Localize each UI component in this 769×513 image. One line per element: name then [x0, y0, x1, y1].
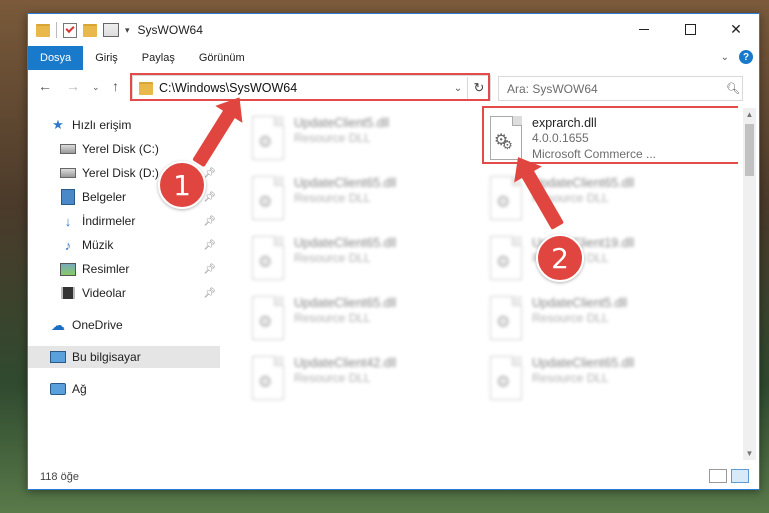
- file-item[interactable]: ⚙ UpdateClient65.dll Resource DLL: [248, 292, 478, 348]
- annotation-badge-2: 2: [536, 234, 584, 282]
- forward-arrow-icon[interactable]: →: [66, 78, 80, 94]
- drive-icon: [60, 142, 76, 156]
- window-title: SysWOW64: [137, 23, 203, 37]
- download-icon: ↓: [64, 213, 72, 229]
- pin-icon[interactable]: 📌︎: [203, 240, 216, 251]
- sidebar-item-music[interactable]: ♪ Müzik 📌︎: [28, 234, 220, 256]
- cloud-icon: ☁: [51, 316, 65, 333]
- pin-icon[interactable]: 📌︎: [203, 192, 216, 203]
- status-item-count: 118 öğe: [40, 471, 79, 483]
- dll-file-icon: ⚙: [486, 356, 524, 400]
- pin-icon[interactable]: 📌︎: [203, 168, 216, 179]
- pin-icon[interactable]: 📌︎: [203, 264, 216, 275]
- new-folder-icon[interactable]: [83, 23, 97, 37]
- search-icon[interactable]: 🔍︎: [724, 82, 742, 95]
- customize-icon[interactable]: [103, 23, 119, 37]
- file-item[interactable]: ⚙ UpdateClient42.dll Resource DLL: [248, 352, 478, 408]
- expand-ribbon-icon[interactable]: ⌄: [721, 52, 729, 63]
- vertical-scrollbar[interactable]: ▲ ▼: [743, 108, 756, 460]
- details-view-icon[interactable]: [709, 469, 727, 483]
- music-icon: ♪: [64, 237, 72, 253]
- dll-file-icon: ⚙: [486, 296, 524, 340]
- tab-share[interactable]: Paylaş: [130, 46, 187, 70]
- dll-file-icon: ⚙: [248, 236, 286, 280]
- search-input[interactable]: Ara: SysWOW64: [507, 82, 724, 96]
- file-item[interactable]: ⚙ UpdateClient19.dllResource DLL: [486, 232, 716, 288]
- title-bar: ▾ SysWOW64 ✕: [28, 14, 759, 46]
- close-icon: ✕: [730, 20, 742, 37]
- folder-icon: [139, 81, 153, 95]
- sidebar-item-local-disk-c[interactable]: Yerel Disk (C:) 📌︎: [28, 138, 220, 160]
- dll-file-icon: ⚙: [248, 116, 286, 160]
- dll-file-icon: ⚙: [486, 176, 524, 220]
- ribbon-tabs: Dosya Giriş Paylaş Görünüm ⌄ ?: [28, 46, 759, 70]
- sidebar-item-downloads[interactable]: ↓ İndirmeler 📌︎: [28, 210, 220, 232]
- scroll-down-icon[interactable]: ▼: [743, 449, 756, 458]
- sidebar-item-quick-access[interactable]: ★ Hızlı erişim: [28, 114, 220, 136]
- properties-check-icon[interactable]: [63, 22, 77, 38]
- file-item[interactable]: ⚙ UpdateClient5.dll Resource DLL: [248, 112, 478, 168]
- quick-access-toolbar: ▾: [36, 22, 130, 38]
- tab-file[interactable]: Dosya: [28, 46, 84, 70]
- file-item[interactable]: ⚙ UpdateClient65.dll Resource DLL: [248, 232, 478, 288]
- recent-chevron-icon[interactable]: ⌄: [92, 82, 100, 93]
- scroll-up-icon[interactable]: ▲: [743, 110, 756, 119]
- chevron-down-icon[interactable]: ▾: [125, 25, 130, 36]
- file-item[interactable]: ⚙ UpdateClient65.dll Resource DLL: [248, 172, 478, 228]
- tiles-view-icon[interactable]: [731, 469, 749, 483]
- maximize-button[interactable]: [667, 14, 713, 44]
- dll-file-icon: ⚙: [248, 176, 286, 220]
- annotation-badge-1: 1: [158, 161, 206, 209]
- videos-icon: [60, 286, 76, 300]
- pictures-icon: [60, 262, 76, 276]
- file-item[interactable]: ⚙ UpdateClient5.dll Resource DLL: [486, 292, 716, 348]
- star-icon: ★: [52, 117, 64, 132]
- maximize-icon: [684, 23, 696, 35]
- address-path[interactable]: C:\Windows\SysWOW64: [159, 81, 448, 95]
- address-dropdown-icon[interactable]: ⌄: [448, 83, 467, 94]
- file-item[interactable]: ⚙ UpdateClient65.dll Resource DLL: [486, 352, 716, 408]
- back-arrow-icon[interactable]: ←: [38, 78, 52, 94]
- navigation-bar: ← → ⌄ ↑ C:\Windows\SysWOW64 ⌄ ↻ Ara: Sys…: [28, 73, 759, 103]
- file-item[interactable]: ⚙ UpdateClient65.dll Resource DLL: [486, 172, 716, 228]
- pin-icon[interactable]: 📌︎: [203, 216, 216, 227]
- help-icon[interactable]: ?: [739, 50, 753, 64]
- dll-file-icon: ⚙: [486, 236, 524, 280]
- scrollbar-thumb[interactable]: [745, 124, 754, 176]
- computer-icon: [50, 350, 66, 364]
- up-arrow-icon[interactable]: ↑: [112, 78, 119, 94]
- search-box[interactable]: Ara: SysWOW64 🔍︎: [498, 76, 743, 101]
- tab-view[interactable]: Görünüm: [187, 46, 257, 70]
- sidebar-item-onedrive[interactable]: ☁ OneDrive: [28, 314, 220, 336]
- minimize-button[interactable]: [621, 14, 667, 44]
- folder-icon: [36, 23, 50, 37]
- close-button[interactable]: ✕: [713, 14, 759, 44]
- minimize-icon: [639, 28, 649, 30]
- documents-icon: [60, 189, 76, 205]
- drive-icon: [60, 166, 76, 180]
- file-list: ⚙ UpdateClient5.dll Resource DLL ⚙ ⚙ expra…: [228, 104, 738, 460]
- dll-file-icon: ⚙: [248, 296, 286, 340]
- sidebar-item-pictures[interactable]: Resimler 📌︎: [28, 258, 220, 280]
- sidebar-item-this-pc[interactable]: Bu bilgisayar: [28, 346, 220, 368]
- sidebar-item-videos[interactable]: Videolar 📌︎: [28, 282, 220, 304]
- dll-file-icon: ⚙: [248, 356, 286, 400]
- address-bar[interactable]: C:\Windows\SysWOW64 ⌄ ↻: [132, 75, 491, 101]
- refresh-icon[interactable]: ↻: [467, 77, 490, 99]
- sidebar-item-network[interactable]: Ağ: [28, 378, 220, 400]
- explorer-window: ▾ SysWOW64 ✕ Dosya Giriş Paylaş Görünüm …: [27, 13, 760, 490]
- pin-icon[interactable]: 📌︎: [203, 288, 216, 299]
- network-icon: [50, 382, 66, 396]
- tab-home[interactable]: Giriş: [83, 46, 130, 70]
